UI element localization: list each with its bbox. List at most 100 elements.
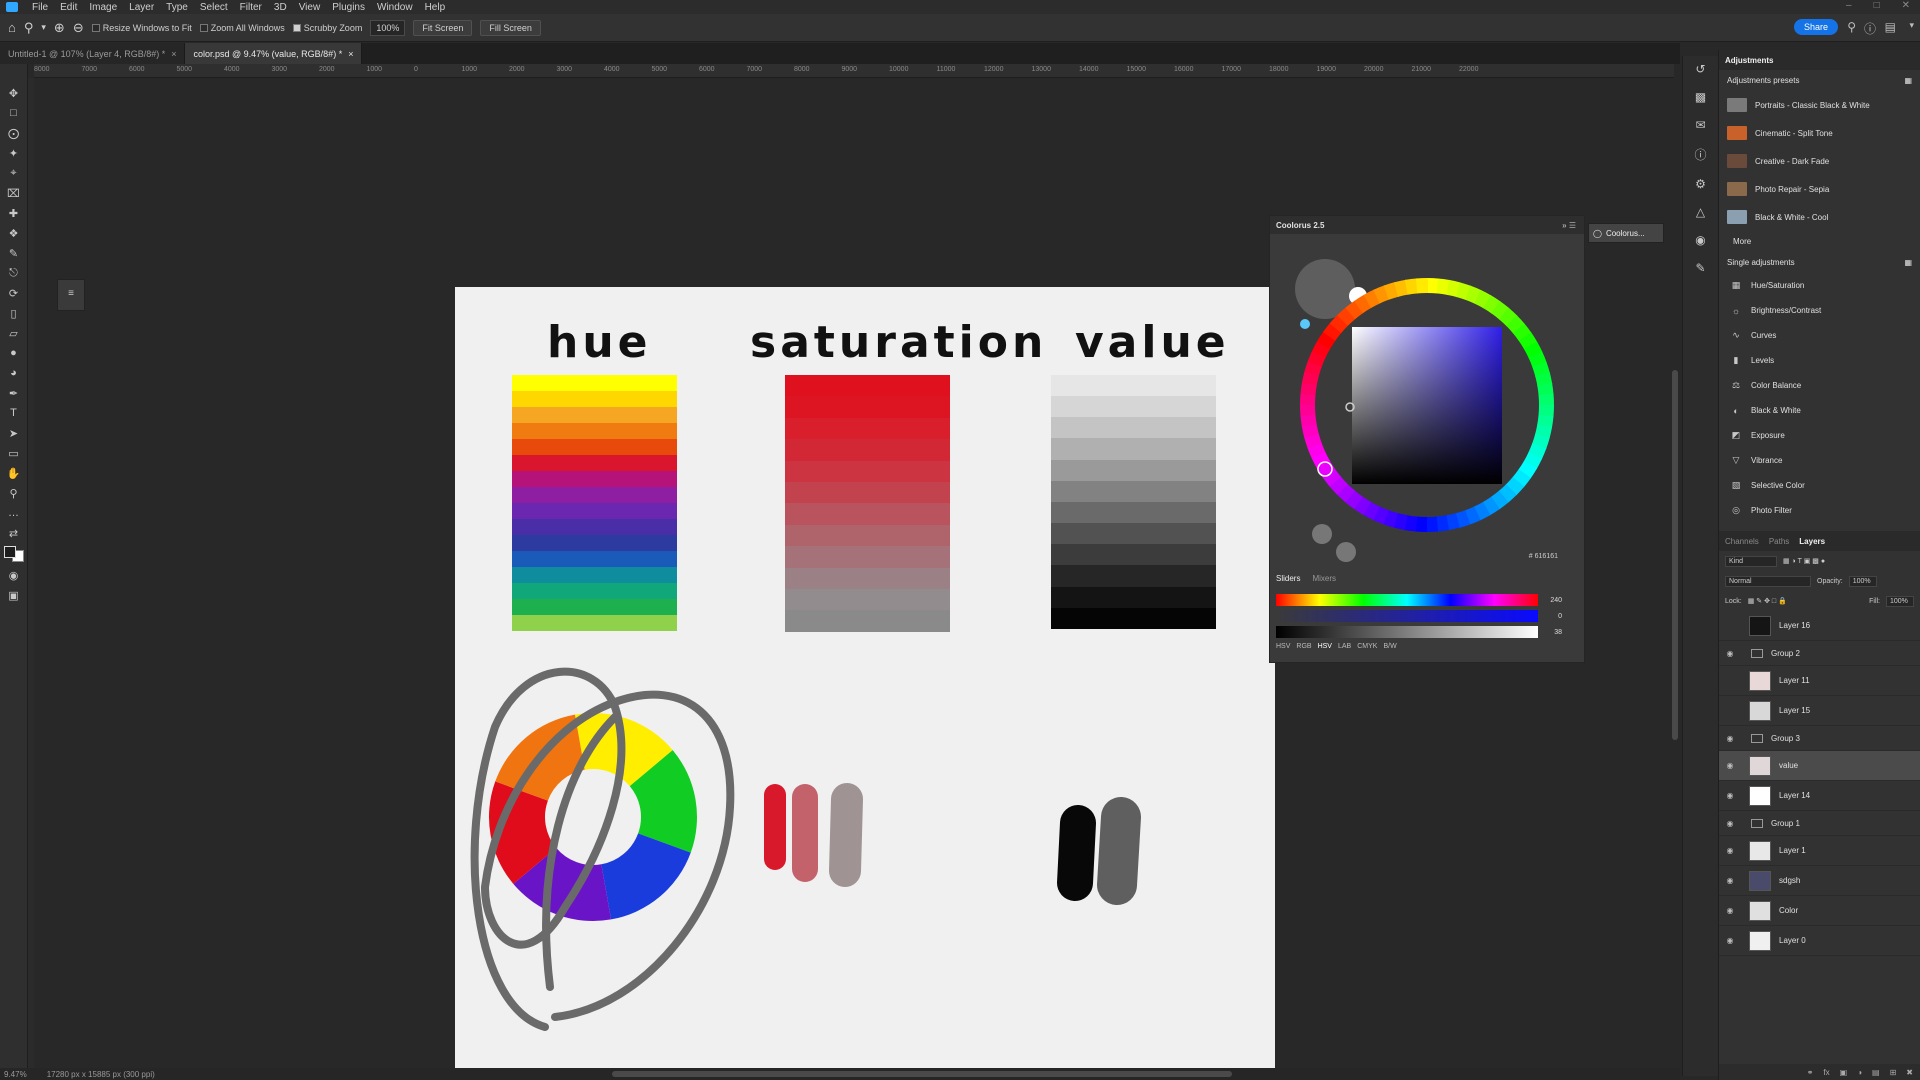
document-size[interactable]: 17280 px x 15885 px (300 ppi) [47, 1070, 155, 1079]
fill-screen-button[interactable]: Fill Screen [480, 19, 541, 36]
layer-row[interactable]: Layer 16 [1719, 611, 1920, 641]
layer-group-row[interactable]: ◉ Group 2 [1719, 641, 1920, 666]
fit-screen-button[interactable]: Fit Screen [413, 19, 473, 36]
coolorus-collapsed-tab[interactable]: ◯ Coolorus... [1588, 223, 1664, 243]
zoom-in-icon[interactable]: ⊕ [54, 20, 65, 36]
preset-item[interactable]: Cinematic - Split Tone [1719, 119, 1920, 147]
mode-hsv[interactable]: HSV [1318, 643, 1332, 650]
chevron-down-icon[interactable]: ▾ [1909, 20, 1914, 31]
mode-rgb[interactable]: RGB [1296, 643, 1311, 650]
menu-layer[interactable]: Layer [123, 2, 160, 13]
adjustment-item[interactable]: ☼ Brightness/Contrast [1719, 298, 1920, 323]
new-layer-icon[interactable]: ⊞ [1890, 1068, 1897, 1077]
grid-view-icon[interactable]: ▦ [1904, 258, 1912, 267]
visibility-eye-icon[interactable]: ◉ [1719, 906, 1741, 915]
document-tab[interactable]: color.psd @ 9.47% (value, RGB/8#) * × [185, 43, 363, 64]
home-icon[interactable]: ⌂ [8, 20, 16, 35]
hand-tool-icon[interactable]: ✋ [6, 466, 22, 480]
menu-type[interactable]: Type [160, 2, 194, 13]
menu-view[interactable]: View [293, 2, 327, 13]
value-value[interactable]: 38 [1542, 629, 1562, 636]
adjustment-item[interactable]: ⚖ Color Balance [1719, 373, 1920, 398]
rectangle-tool-icon[interactable]: ▭ [6, 446, 22, 460]
properties-icon[interactable]: ≡ [58, 288, 84, 299]
adjustment-layer-icon[interactable]: ◑ [1857, 1068, 1862, 1077]
scrubby-zoom-checkbox[interactable]: Scrubby Zoom [292, 23, 362, 33]
horizontal-scrollbar[interactable] [612, 1071, 1232, 1077]
tab-mixers[interactable]: Mixers [1312, 574, 1336, 583]
menu-help[interactable]: Help [419, 2, 452, 13]
more-tools-icon[interactable]: … [6, 506, 22, 520]
comments-icon[interactable]: ✉ [1695, 118, 1705, 132]
move-tool-icon[interactable]: ✥ [6, 86, 22, 100]
clone-stamp-icon[interactable]: ⎋ [6, 266, 22, 280]
preset-item[interactable]: Portraits - Classic Black & White [1719, 91, 1920, 119]
tab-channels[interactable]: Channels [1725, 537, 1759, 546]
single-adjustments-title[interactable]: Single adjustments ▦ [1719, 252, 1920, 273]
link-icon[interactable]: ⚭ [1807, 1068, 1814, 1077]
info-icon[interactable]: ⓘ [1694, 146, 1706, 163]
lasso-tool-icon[interactable]: ⨀ [6, 126, 22, 140]
close-tab-icon[interactable]: × [348, 49, 353, 59]
adjustment-item[interactable]: ▽ Vibrance [1719, 448, 1920, 473]
menu-filter[interactable]: Filter [234, 2, 268, 13]
layer-row[interactable]: ◉ Color [1719, 896, 1920, 926]
lock-icons[interactable]: ▦ ✎ ✥ □ 🔒 [1748, 597, 1787, 605]
visibility-eye-icon[interactable]: ◉ [1719, 819, 1741, 828]
visibility-eye-icon[interactable]: ◉ [1719, 734, 1741, 743]
layer-group-row[interactable]: ◉ Group 1 [1719, 811, 1920, 836]
magic-wand-icon[interactable]: ✦ [6, 146, 22, 160]
hue-value[interactable]: 240 [1542, 597, 1562, 604]
close-icon[interactable]: ✕ [1902, 0, 1910, 11]
visibility-eye-icon[interactable]: ◉ [1719, 761, 1741, 770]
presets-section-title[interactable]: Adjustments presets ▦ [1719, 70, 1920, 91]
color-wheel-picker[interactable] [1270, 234, 1586, 574]
menu-edit[interactable]: Edit [54, 2, 83, 13]
layer-row[interactable]: ◉ Layer 0 [1719, 926, 1920, 956]
preset-item[interactable]: Photo Repair - Sepia [1719, 175, 1920, 203]
brushes-icon[interactable]: ✎ [1695, 261, 1705, 275]
zoom-all-windows-checkbox[interactable]: Zoom All Windows [199, 23, 285, 33]
layer-group-row[interactable]: ◉ Group 3 [1719, 726, 1920, 751]
mode-bw[interactable]: B/W [1383, 643, 1396, 650]
screen-mode-icon[interactable]: ▣ [6, 588, 22, 602]
layer-row[interactable]: ◉ Layer 1 [1719, 836, 1920, 866]
zoom-value-field[interactable]: 100% [370, 19, 406, 36]
adjustment-item[interactable]: ◐ Black & White [1719, 398, 1920, 423]
canvas-area[interactable]: hue saturation value Coolorus 2.5 » ☰ # … [34, 78, 1674, 1071]
value-slider[interactable]: 38 [1276, 625, 1576, 639]
visibility-eye-icon[interactable]: ◉ [1719, 649, 1741, 658]
visibility-eye-icon[interactable]: ◉ [1719, 876, 1741, 885]
menu-select[interactable]: Select [194, 2, 234, 13]
hue-slider[interactable]: 240 [1276, 593, 1576, 607]
zoom-tool-icon[interactable]: ⚲ [24, 20, 34, 36]
adjustment-item[interactable]: ▦ Hue/Saturation [1719, 273, 1920, 298]
history-icon[interactable]: ↺ [1695, 62, 1705, 76]
mode-cmyk[interactable]: CMYK [1357, 643, 1377, 650]
kind-filter[interactable]: Kind [1725, 555, 1777, 567]
saturation-slider[interactable]: 0 [1276, 609, 1576, 623]
share-button[interactable]: Share [1793, 19, 1838, 35]
collapsed-panel[interactable]: ≡ [57, 279, 85, 311]
path-selection-icon[interactable]: ➤ [6, 426, 22, 440]
saturation-value[interactable]: 0 [1542, 613, 1562, 620]
tab-paths[interactable]: Paths [1769, 537, 1789, 546]
trash-icon[interactable]: ✖ [1906, 1068, 1913, 1077]
resize-windows-checkbox[interactable]: Resize Windows to Fit [91, 23, 192, 33]
more-presets-link[interactable]: More [1719, 231, 1920, 252]
layer-row[interactable]: ◉ Layer 14 [1719, 781, 1920, 811]
search-icon[interactable]: ⚲ [1847, 20, 1856, 34]
document-canvas[interactable]: hue saturation value [455, 287, 1275, 1071]
crop-tool-icon[interactable]: ⌖ [6, 166, 22, 180]
frame-tool-icon[interactable]: ⌧ [6, 186, 22, 200]
layer-row[interactable]: Layer 15 [1719, 696, 1920, 726]
mode-lab[interactable]: LAB [1338, 643, 1351, 650]
tab-layers[interactable]: Layers [1799, 537, 1825, 546]
visibility-eye-icon[interactable]: ◉ [1719, 846, 1741, 855]
preset-item[interactable]: Creative - Dark Fade [1719, 147, 1920, 175]
layer-row[interactable]: ◉ sdgsh [1719, 866, 1920, 896]
help-icon[interactable]: ⓘ [1864, 20, 1876, 37]
layer-row[interactable]: Layer 11 [1719, 666, 1920, 696]
type-tool-icon[interactable]: T [6, 406, 22, 420]
fx-icon[interactable]: fx [1823, 1068, 1829, 1077]
